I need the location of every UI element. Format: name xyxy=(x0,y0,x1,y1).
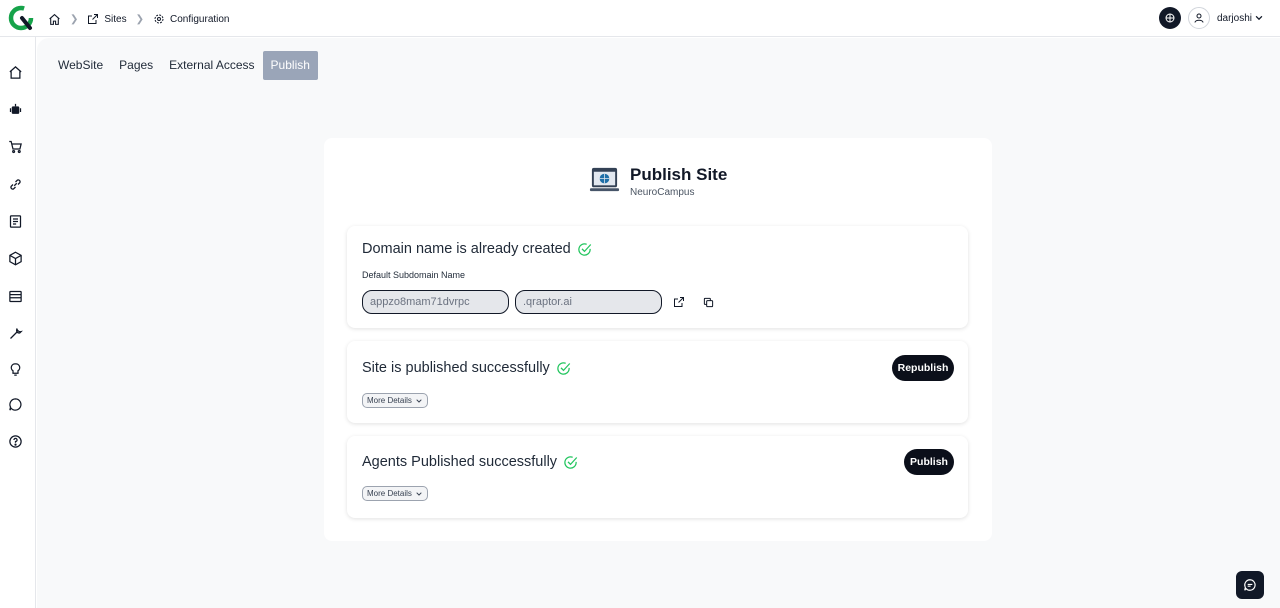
agents-publish-section: Agents Published successfully More Detai… xyxy=(347,436,968,518)
page-title: Publish Site xyxy=(630,165,728,184)
subdomain-input[interactable] xyxy=(362,290,509,314)
breadcrumb-sites-label: Sites xyxy=(104,13,127,25)
avatar[interactable] xyxy=(1187,7,1210,29)
site-publish-section: Site is published successfully More Deta… xyxy=(347,341,968,423)
check-circle-icon xyxy=(564,455,578,469)
sidebar-item-tools[interactable] xyxy=(6,324,24,342)
sidebar xyxy=(0,37,36,608)
agents-more-details-label: More Details xyxy=(367,489,412,498)
domain-status-label: Domain name is already created xyxy=(362,241,571,257)
tab-pages[interactable]: Pages xyxy=(111,51,161,80)
brain-icon xyxy=(1165,13,1175,23)
ai-assistant-button[interactable] xyxy=(1158,7,1181,29)
link-icon xyxy=(9,178,21,190)
user-icon xyxy=(1194,13,1204,23)
app-logo[interactable] xyxy=(8,5,34,31)
website-globe-icon xyxy=(589,167,620,192)
book-icon xyxy=(9,214,21,228)
domain-status: Domain name is already created xyxy=(362,241,592,257)
chevron-right-icon: ❯ xyxy=(135,13,145,25)
main-content: WebSite Pages External Access Publish Pu… xyxy=(37,38,1280,608)
site-status: Site is published successfully xyxy=(362,360,571,376)
sidebar-item-agents[interactable] xyxy=(6,100,24,118)
site-status-label: Site is published successfully xyxy=(362,360,550,376)
tab-external-access[interactable]: External Access xyxy=(161,51,262,80)
publish-agents-button[interactable]: Publish xyxy=(904,449,954,475)
domain-section: Domain name is already created Default S… xyxy=(347,226,968,328)
cube-icon xyxy=(8,251,22,265)
agents-more-details-button[interactable]: More Details xyxy=(362,486,428,501)
check-circle-icon xyxy=(557,361,571,375)
subdomain-label: Default Subdomain Name xyxy=(362,270,466,280)
chevron-right-icon: ❯ xyxy=(70,13,79,25)
support-chat-button[interactable] xyxy=(1236,571,1264,599)
bulb-icon xyxy=(10,362,20,376)
breadcrumb-configuration-label: Configuration xyxy=(170,13,230,25)
gear-icon xyxy=(154,14,164,24)
help-icon xyxy=(8,434,22,448)
sidebar-item-chat[interactable] xyxy=(6,395,24,413)
site-more-details-button[interactable]: More Details xyxy=(362,393,428,408)
home-icon xyxy=(8,65,22,79)
sidebar-item-help[interactable] xyxy=(6,432,24,450)
card-header: Publish Site NeuroCampus xyxy=(589,164,727,198)
breadcrumb-home[interactable] xyxy=(48,13,61,26)
copy-icon xyxy=(703,297,713,307)
chat-icon xyxy=(8,397,22,411)
sidebar-item-integrations[interactable] xyxy=(6,175,24,193)
chevron-down-icon xyxy=(1255,15,1263,21)
wrench-icon xyxy=(9,327,23,339)
sidebar-item-docs[interactable] xyxy=(6,212,24,230)
sidebar-item-packages[interactable] xyxy=(6,249,24,267)
check-circle-icon xyxy=(578,242,591,256)
site-name: NeuroCampus xyxy=(630,187,695,198)
tab-website[interactable]: WebSite xyxy=(50,51,111,80)
breadcrumb-configuration[interactable]: Configuration xyxy=(153,13,230,25)
username-label: darjoshi xyxy=(1216,12,1252,24)
breadcrumb: ❯ Sites ❯ Configuration xyxy=(48,10,230,28)
top-bar: ❯ Sites ❯ Configuration darjoshi xyxy=(0,0,1280,37)
copy-button[interactable] xyxy=(701,295,715,309)
republish-button[interactable]: Republish xyxy=(892,355,954,381)
user-menu[interactable]: darjoshi xyxy=(1217,13,1264,24)
open-site-button[interactable] xyxy=(672,295,686,309)
chevron-down-icon xyxy=(416,491,422,496)
agents-status-label: Agents Published successfully xyxy=(362,454,558,470)
publish-card: Publish Site NeuroCampus Domain name is … xyxy=(324,138,992,541)
sidebar-item-data[interactable] xyxy=(6,287,24,305)
sidebar-item-ideas[interactable] xyxy=(6,360,24,378)
config-tabs: WebSite Pages External Access Publish xyxy=(50,51,318,80)
breadcrumb-sites[interactable]: Sites xyxy=(87,13,127,25)
chat-bubble-icon xyxy=(1244,579,1256,591)
robot-icon xyxy=(9,103,21,114)
external-link-icon xyxy=(674,297,684,307)
external-link-icon xyxy=(88,14,99,24)
chevron-down-icon xyxy=(416,398,422,403)
cart-icon xyxy=(8,140,22,153)
tab-publish[interactable]: Publish xyxy=(262,51,318,80)
home-icon xyxy=(49,13,60,25)
sidebar-item-home[interactable] xyxy=(6,63,24,81)
agents-status: Agents Published successfully xyxy=(362,454,578,470)
domain-suffix-input[interactable] xyxy=(515,290,662,314)
site-more-details-label: More Details xyxy=(367,396,412,405)
list-icon xyxy=(8,290,22,302)
sidebar-item-store[interactable] xyxy=(6,137,24,155)
